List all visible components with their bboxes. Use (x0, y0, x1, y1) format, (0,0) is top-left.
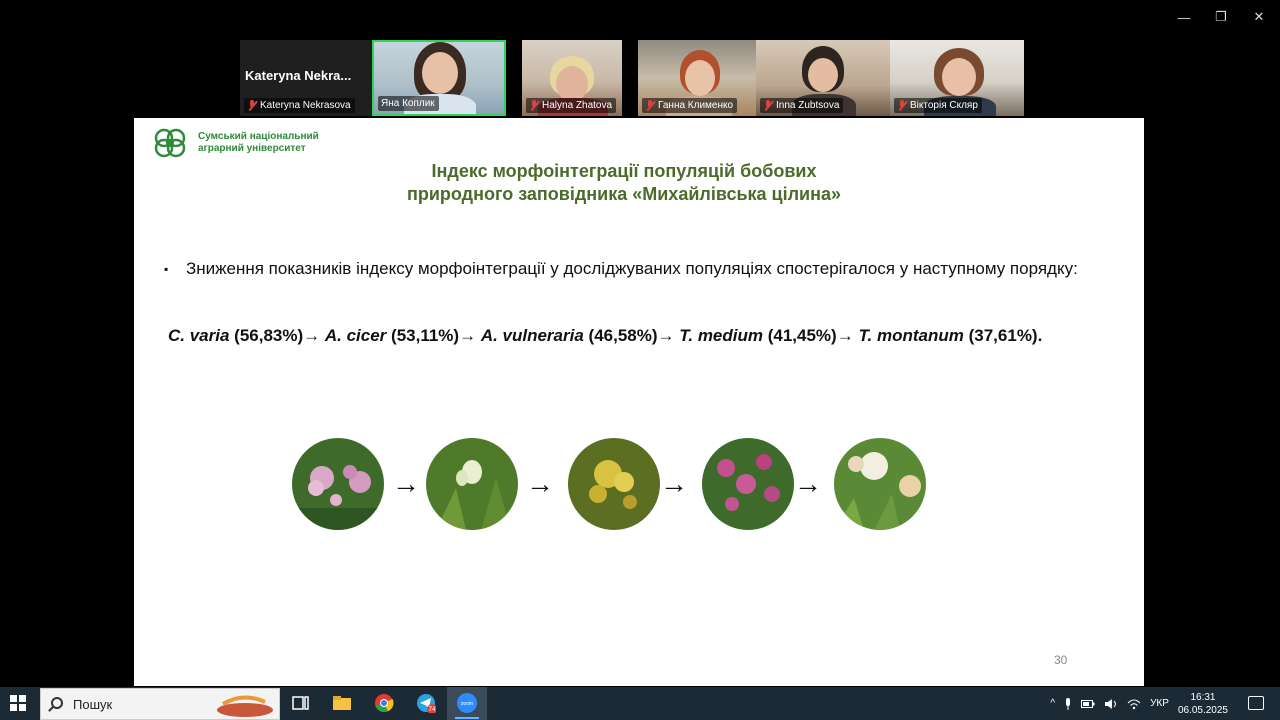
windows-start-button[interactable] (10, 695, 26, 711)
participant-name: Яна Коплик (381, 98, 435, 109)
mic-muted-icon (529, 100, 539, 111)
logo-line: Сумський національний (198, 131, 319, 142)
search-icon (51, 697, 63, 709)
species-name: T. medium (679, 326, 763, 345)
notifications-icon[interactable] (1248, 696, 1264, 710)
telegram-badge: 74 (429, 707, 436, 713)
search-highlight-icon (217, 695, 273, 717)
search-placeholder: Пошук (73, 697, 113, 712)
plant-photos: → → → → (292, 438, 932, 530)
restore-button[interactable]: ❐ (1207, 6, 1235, 28)
bullet-marker: ▪ (164, 262, 169, 276)
mic-muted-icon (247, 100, 257, 111)
species-name: T. montanum (858, 326, 964, 345)
close-button[interactable]: ✕ (1245, 6, 1273, 28)
plant-photo-t-montanum (834, 438, 926, 530)
language-indicator[interactable]: УКР (1150, 698, 1169, 709)
mic-muted-icon (763, 100, 773, 111)
species-name: A. cicer (324, 326, 387, 345)
system-tray: ^ УКР 16:31 06.05.2025 (1050, 687, 1228, 720)
mic-muted-icon (645, 100, 655, 111)
species-name: C. varia (168, 326, 230, 345)
species-value: (46,58%) (583, 326, 658, 345)
participant-name: Kateryna Nekrasova (260, 100, 351, 111)
species-value: (41,45%) (763, 326, 837, 345)
mic-muted-icon (897, 100, 907, 111)
participant-tile-active[interactable]: Яна Коплик (372, 40, 506, 116)
photo-arrow: → (794, 468, 822, 499)
clock-time: 16:31 (1190, 691, 1216, 703)
participant-namebar: Kateryna Nekrasova (244, 98, 355, 113)
participant-tile[interactable]: Kateryna Nekra... Kateryna Nekrasova (240, 40, 372, 116)
logo-text: Сумський національний аграрний університ… (198, 131, 319, 155)
participant-name: Halyna Zhatova (542, 100, 613, 111)
microphone-icon[interactable] (1064, 697, 1072, 710)
photo-arrow: → (392, 468, 420, 499)
taskbar-search[interactable]: Пошук (40, 688, 280, 720)
minimize-button[interactable]: — (1170, 6, 1198, 28)
logo-line: аграрний університет (198, 143, 306, 154)
battery-icon[interactable] (1081, 699, 1095, 709)
participant-namebar: Ганна Клименко (642, 98, 738, 113)
zoom-icon: zoom (455, 693, 479, 719)
participant-big-name: Kateryna Nekra... (245, 68, 352, 83)
wifi-icon[interactable] (1127, 698, 1141, 710)
chevron-up-icon[interactable]: ^ (1050, 698, 1055, 709)
species-sequence: C. varia (56,83%)→ A. cicer (53,11%)→ A.… (168, 326, 1042, 346)
zoom-app-button[interactable]: zoom (447, 687, 487, 720)
bullet-point: ▪ Зниження показників індексу морфоінтег… (164, 258, 1114, 280)
species-name: A. vulneraria (480, 326, 584, 345)
bullet-text: Зниження показників індексу морфоінтегра… (186, 259, 1078, 278)
task-view-icon[interactable] (291, 693, 311, 713)
species-value: (56,83%) (229, 326, 304, 345)
shared-slide: Сумський національний аграрний університ… (134, 118, 1144, 686)
participant-tile[interactable]: Ганна Клименко (638, 40, 756, 116)
plant-photo-c-varia (292, 438, 384, 530)
sequence-arrow: → (657, 326, 675, 345)
participant-tile[interactable]: Inna Zubtsova (756, 40, 890, 116)
participant-namebar: Вікторія Скляр (894, 98, 982, 113)
participant-tile[interactable]: Вікторія Скляр (890, 40, 1024, 116)
participant-namebar: Inna Zubtsova (760, 98, 844, 113)
participant-name: Вікторія Скляр (910, 100, 978, 111)
participant-strip: Kateryna Nekra... Kateryna Nekrasova Яна… (240, 40, 1040, 116)
clock-date: 06.05.2025 (1177, 704, 1228, 716)
participant-name: Ганна Клименко (658, 100, 734, 111)
sequence-arrow: → (459, 326, 477, 345)
title-line: природного заповідника «Михайлівська ціл… (406, 184, 842, 204)
screen: — ❐ ✕ Kateryna Nekra... Kateryna Nekraso… (0, 0, 1280, 720)
speaker-icon[interactable] (1104, 698, 1118, 710)
photo-arrow: → (660, 468, 688, 499)
participant-namebar: Яна Коплик (378, 96, 439, 111)
plant-photo-a-cicer (426, 438, 518, 530)
page-number: 30 (1054, 653, 1068, 667)
species-value: (37,61%). (963, 326, 1043, 345)
telegram-icon[interactable]: 74 (416, 693, 436, 713)
plant-photo-a-vulneraria (568, 438, 660, 530)
photo-arrow: → (526, 468, 554, 499)
sequence-arrow: → (303, 326, 321, 345)
clock[interactable]: 16:31 06.05.2025 (1178, 691, 1228, 717)
university-logo: Сумський національний аграрний університ… (150, 126, 319, 160)
sequence-arrow: → (836, 326, 854, 345)
title-line: Індекс морфоінтеграції популяцій бобових (431, 161, 817, 181)
participant-tile[interactable]: Halyna Zhatova (522, 40, 622, 116)
taskbar: Пошук 74 zoom ^ УКР 16:31 06.05.2025 (0, 687, 1280, 720)
plant-photo-t-medium (702, 438, 794, 530)
file-explorer-icon[interactable] (332, 693, 352, 713)
zoom-label: zoom (461, 701, 473, 707)
chrome-icon[interactable] (374, 693, 394, 713)
participant-name: Inna Zubtsova (776, 100, 840, 111)
species-value: (53,11%) (386, 326, 460, 345)
clover-logo-icon (154, 128, 186, 158)
slide-title: Індекс морфоінтеграції популяцій бобових… (134, 160, 1144, 206)
participant-namebar: Halyna Zhatova (526, 98, 617, 113)
